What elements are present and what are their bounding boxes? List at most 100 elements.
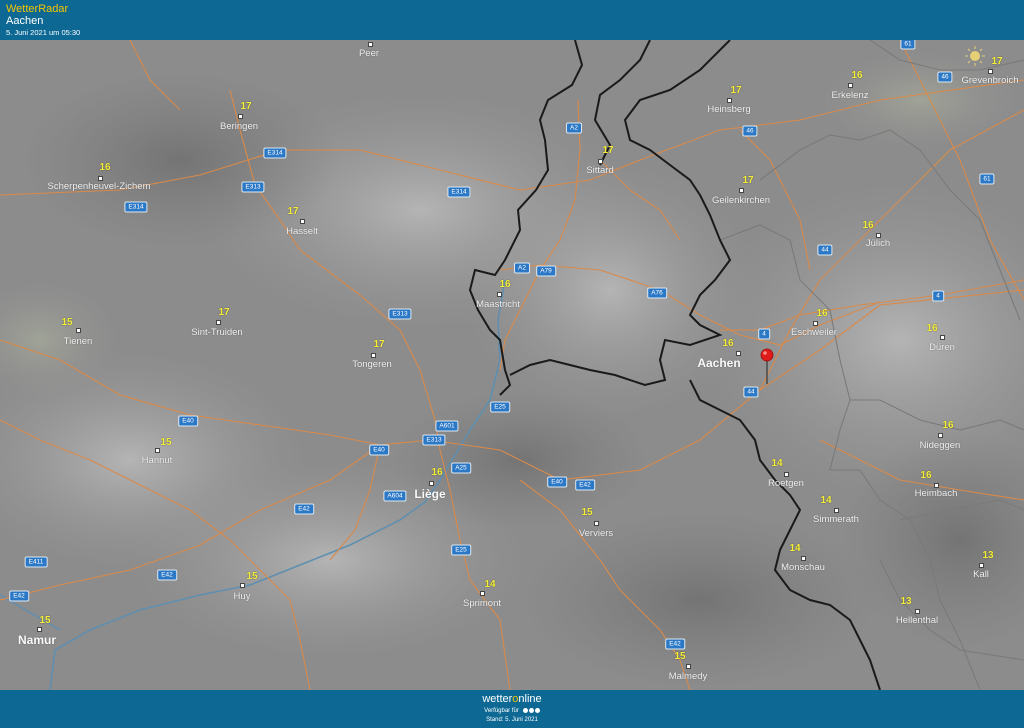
temperature-label: 17 bbox=[602, 145, 614, 156]
road-shield: 46 bbox=[937, 71, 953, 83]
temperature-label: 16 bbox=[99, 162, 111, 173]
temperature-label: 17 bbox=[730, 85, 742, 96]
temperature-label: 17 bbox=[991, 56, 1003, 67]
road-shield: 4 bbox=[932, 290, 944, 302]
road-shield: E314 bbox=[124, 201, 148, 213]
platform-icons bbox=[522, 708, 540, 714]
road-shield: A2 bbox=[566, 122, 582, 134]
road-shield: 46 bbox=[742, 125, 758, 137]
city-name: Heimbach bbox=[914, 488, 958, 499]
temperature-label: 14 bbox=[789, 543, 801, 554]
road-shield: E313 bbox=[241, 181, 265, 193]
city-name: Jülich bbox=[865, 238, 891, 249]
temperature-label: 16 bbox=[722, 338, 734, 349]
road-shield: E25 bbox=[451, 544, 471, 556]
city-name: Monschau bbox=[781, 562, 825, 573]
city-name: Heinsberg bbox=[707, 104, 751, 115]
road-shield: 44 bbox=[743, 386, 759, 398]
temperature-label: 14 bbox=[771, 458, 783, 469]
city-name: Tienen bbox=[63, 336, 93, 347]
temperature-label: 17 bbox=[240, 101, 252, 112]
city-name: Hannut bbox=[141, 455, 173, 466]
temperature-label: 16 bbox=[926, 323, 938, 334]
location-name: Aachen bbox=[6, 15, 44, 27]
road-shield: E40 bbox=[547, 476, 567, 488]
road-shield: 4 bbox=[758, 328, 770, 340]
road-shield: A76 bbox=[647, 287, 667, 299]
temperature-label: 17 bbox=[373, 339, 385, 350]
timestamp: 5. Juni 2021 um 05:30 bbox=[6, 28, 81, 37]
map-base bbox=[0, 40, 1024, 690]
road-shield: 44 bbox=[817, 244, 833, 256]
temperature-label: 16 bbox=[851, 70, 863, 81]
temperature-label: 15 bbox=[39, 615, 51, 626]
city-name: Geilenkirchen bbox=[711, 195, 771, 206]
road-shield: E314 bbox=[263, 147, 287, 159]
temperature-label: 17 bbox=[287, 206, 299, 217]
city-name: Huy bbox=[233, 591, 251, 602]
road-shield: A79 bbox=[536, 265, 556, 277]
city-name: Sittard bbox=[586, 165, 614, 176]
road-shield: E40 bbox=[178, 415, 198, 427]
city-name: Düren bbox=[929, 342, 955, 353]
temperature-label: 16 bbox=[942, 420, 954, 431]
road-shield: E42 bbox=[665, 638, 685, 650]
road-shield: E42 bbox=[575, 479, 595, 491]
city-name: Scherpenheuvel-Zichem bbox=[47, 181, 151, 192]
temperature-label: 16 bbox=[920, 470, 932, 481]
temperature-label: 15 bbox=[246, 571, 258, 582]
temperature-label: 15 bbox=[581, 507, 593, 518]
road-shield: E42 bbox=[294, 503, 314, 515]
road-shield: A25 bbox=[451, 462, 471, 474]
city-name: Eschweiler bbox=[791, 327, 837, 338]
city-name: Sint-Truiden bbox=[191, 327, 243, 338]
road-shield: 61 bbox=[979, 173, 995, 185]
header-bar: WetterRadar Aachen 5. Juni 2021 um 05:30 bbox=[0, 0, 1024, 40]
city-name: Peer bbox=[358, 48, 380, 59]
road-shield: A601 bbox=[435, 420, 459, 432]
city-name: Roetgen bbox=[768, 478, 804, 489]
temperature-label: 15 bbox=[61, 317, 73, 328]
city-name: Sprimont bbox=[462, 598, 502, 609]
city-name: Erkelenz bbox=[831, 90, 869, 101]
city-name: Aachen bbox=[697, 356, 741, 370]
road-shield: A604 bbox=[383, 490, 407, 502]
road-shield: 61 bbox=[900, 40, 916, 50]
road-shield: E42 bbox=[9, 590, 29, 602]
app-title: WetterRadar bbox=[6, 3, 69, 15]
temperature-label: 13 bbox=[982, 550, 994, 561]
temperature-label: 14 bbox=[484, 579, 496, 590]
city-name: Liège bbox=[414, 487, 446, 501]
road-shield: A2 bbox=[514, 262, 530, 274]
road-shield: E42 bbox=[157, 569, 177, 581]
temperature-label: 13 bbox=[900, 596, 912, 607]
road-shield: E314 bbox=[447, 186, 471, 198]
road-shield: E313 bbox=[388, 308, 412, 320]
temperature-label: 16 bbox=[816, 308, 828, 319]
temperature-label: 16 bbox=[431, 467, 443, 478]
location-pin-icon[interactable] bbox=[760, 348, 774, 388]
road-shield: E40 bbox=[369, 444, 389, 456]
city-name: Beringen bbox=[219, 121, 259, 132]
city-name: Tongeren bbox=[352, 359, 392, 370]
city-name: Hellenthal bbox=[895, 615, 939, 626]
temperature-label: 14 bbox=[820, 495, 832, 506]
footer-bar: wetteronline Verfügbar für Stand: 5. Jun… bbox=[0, 690, 1024, 728]
city-name: Kall bbox=[973, 569, 989, 580]
road-shield: E313 bbox=[422, 434, 446, 446]
road-shield: E411 bbox=[24, 556, 48, 568]
temperature-label: 16 bbox=[862, 220, 874, 231]
status-date: Stand: 5. Juni 2021 bbox=[486, 717, 538, 723]
city-name: Grevenbroich bbox=[961, 75, 1019, 86]
city-name: Hasselt bbox=[286, 226, 318, 237]
city-name: Verviers bbox=[578, 528, 614, 539]
road-shield: E25 bbox=[490, 401, 510, 413]
temperature-label: 15 bbox=[674, 651, 686, 662]
city-name: Simmerath bbox=[813, 514, 859, 525]
temperature-label: 16 bbox=[499, 279, 511, 290]
availability-note: Verfügbar für bbox=[0, 708, 1024, 714]
city-name: Malmedy bbox=[668, 671, 708, 682]
radar-map[interactable]: Peer 17 Beringen 16 Scherpenheuvel-Ziche… bbox=[0, 40, 1024, 690]
wetteronline-logo[interactable]: wetteronline bbox=[0, 693, 1024, 705]
city-name: Nideggen bbox=[919, 440, 961, 451]
